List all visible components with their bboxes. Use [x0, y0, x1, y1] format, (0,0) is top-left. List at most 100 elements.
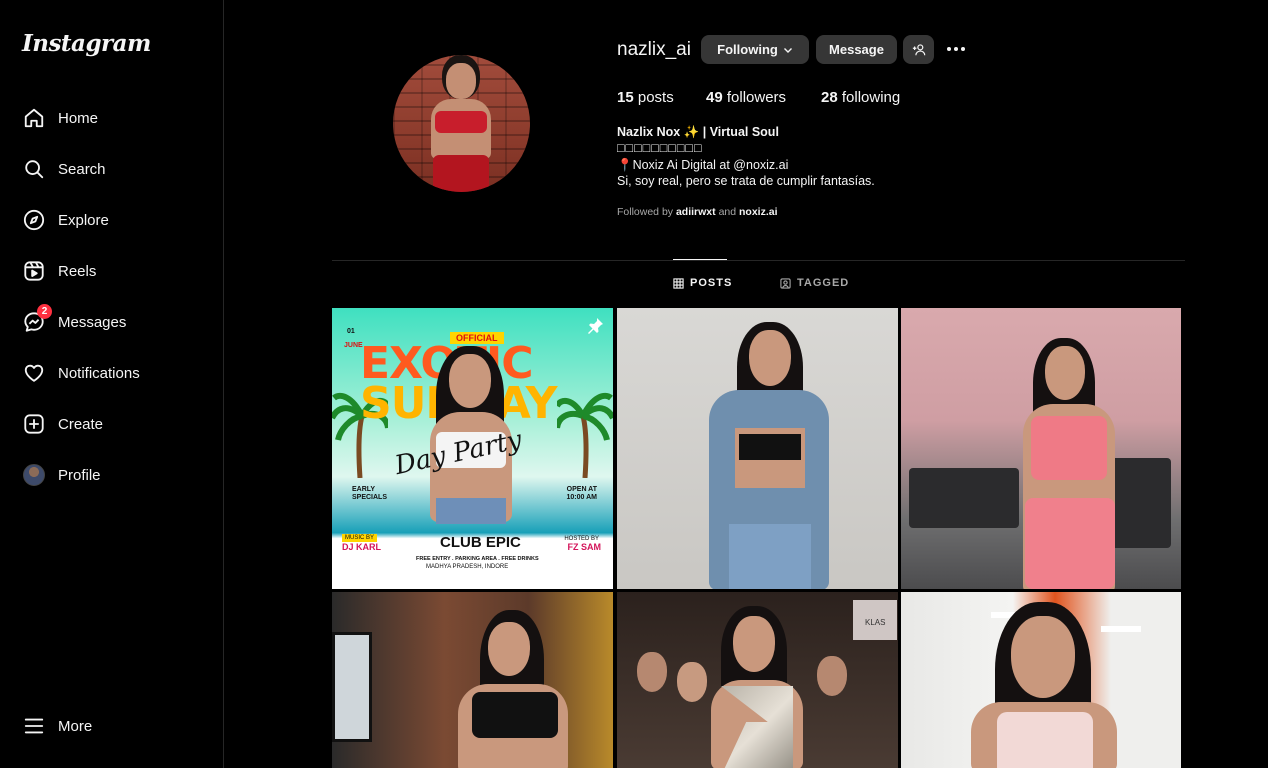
tab-label: POSTS: [690, 277, 733, 289]
tab-label: TAGGED: [797, 277, 850, 289]
profile-username: nazlix_ai: [617, 39, 691, 60]
bio-line: 📍Noxiz Ai Digital at @noxiz.ai: [617, 158, 789, 172]
figure-shorts: [436, 498, 506, 524]
chevron-down-icon: [783, 45, 793, 55]
figure-top: [472, 692, 558, 738]
flyer-location: MADHYA PRADESH, INDORE: [426, 564, 509, 570]
figure-leggings: [1025, 498, 1115, 589]
post-tile[interactable]: EXOTIC SUNDAY OFFICIAL Day Party 01 JUNE…: [332, 308, 613, 589]
sidebar-item-label: Notifications: [58, 364, 140, 382]
sidebar-item-label: Explore: [58, 211, 109, 229]
bio-line: □□□□□□□□□□: [617, 141, 703, 155]
figure-head: [749, 330, 791, 386]
crowd-person: [677, 662, 707, 702]
plus-square-icon: [22, 412, 46, 436]
flyer-date-num: 01: [347, 328, 355, 335]
active-tab-indicator: [673, 259, 727, 260]
post-tile[interactable]: [901, 308, 1181, 589]
posts-number: 15: [617, 89, 634, 106]
crowd-person: [637, 652, 667, 692]
figure-top: [1031, 416, 1107, 480]
heart-icon: [22, 361, 46, 385]
sidebar-item-messages[interactable]: 2 Messages: [12, 300, 212, 344]
profile-picture[interactable]: [393, 55, 530, 192]
bio-name: Nazlix Nox ✨ | Virtual Soul: [617, 125, 779, 139]
flyer-club: CLUB EPIC: [440, 534, 521, 551]
following-count[interactable]: 28 following: [821, 89, 900, 106]
post-tile[interactable]: [332, 592, 613, 768]
gym-equipment: [909, 468, 1019, 528]
sidebar-item-label: Reels: [58, 262, 97, 280]
explore-icon: [22, 208, 46, 232]
figure-head: [733, 616, 775, 672]
palm-tree-right: [557, 392, 613, 478]
figure-pants: [433, 155, 489, 192]
following-label: following: [841, 89, 901, 106]
sidebar-item-home[interactable]: Home: [12, 96, 212, 140]
posts-label: posts: [637, 89, 674, 106]
bio-line: Si, soy real, pero se trata de cumplir f…: [617, 174, 875, 188]
following-number: 28: [821, 89, 838, 106]
tagged-icon: [780, 277, 791, 289]
home-icon: [22, 106, 46, 130]
followers-label: followers: [726, 89, 787, 106]
suggested-users-button[interactable]: [903, 35, 934, 64]
message-button[interactable]: Message: [816, 35, 897, 64]
figure-top: [435, 111, 487, 133]
followed-by-prefix: Followed by: [617, 206, 674, 218]
instagram-logo[interactable]: Instagram: [22, 30, 151, 57]
flyer-date-month: JUNE: [344, 342, 363, 349]
tabs-divider: [332, 260, 1185, 261]
message-button-label: Message: [829, 42, 884, 57]
figure-shorts: [729, 524, 811, 589]
reels-icon: [22, 259, 46, 283]
figure-head: [1045, 346, 1085, 400]
sidebar-item-create[interactable]: Create: [12, 402, 212, 446]
flyer-host: FZ SAM: [567, 542, 602, 552]
flyer-open: OPEN AT 10:00 AM: [566, 486, 597, 501]
post-tile[interactable]: [617, 308, 898, 589]
sidebar-item-label: More: [58, 717, 93, 735]
sidebar-item-label: Create: [58, 415, 104, 433]
posts-count: 15 posts: [617, 89, 674, 106]
figure-head: [488, 622, 530, 676]
following-button-label: Following: [717, 42, 778, 57]
tab-posts[interactable]: POSTS: [673, 277, 732, 289]
sidebar-item-notifications[interactable]: Notifications: [12, 351, 212, 395]
ceiling-light: [1101, 626, 1141, 632]
followers-number: 49: [706, 89, 723, 106]
sidebar-item-search[interactable]: Search: [12, 147, 212, 191]
notification-badge: 2: [37, 304, 52, 319]
flyer-early: EARLY SPECIALS: [352, 486, 388, 501]
sidebar-item-profile[interactable]: Profile: [12, 453, 212, 497]
sidebar-item-label: Profile: [58, 466, 101, 484]
post-tile[interactable]: [901, 592, 1181, 768]
sidebar-item-label: Messages: [58, 313, 127, 331]
followed-by-user: adiirwxt: [675, 206, 716, 218]
followed-by[interactable]: Followed by adiirwxt and noxiz.ai: [617, 206, 778, 218]
grid-icon: [673, 277, 684, 289]
tab-tagged[interactable]: TAGGED: [780, 277, 849, 289]
flyer-official: OFFICIAL: [450, 332, 504, 344]
figure-head: [446, 63, 476, 99]
messenger-icon: 2: [22, 304, 52, 334]
sidebar-item-explore[interactable]: Explore: [12, 198, 212, 242]
sign-text: KLAS: [865, 618, 886, 627]
profile-icon-wrap: [22, 463, 46, 487]
sidebar-item-label: Search: [58, 160, 106, 178]
flyer-dj: DJ KARL: [342, 542, 382, 552]
hamburger-icon: [22, 714, 46, 738]
pin-icon: [585, 316, 605, 336]
crowd-person: [817, 656, 847, 696]
followers-count[interactable]: 49 followers: [706, 89, 786, 106]
post-tile[interactable]: KLAS: [617, 592, 898, 768]
followed-by-and: and: [718, 206, 737, 218]
sign: KLAS: [853, 600, 897, 640]
sidebar-item-more[interactable]: More: [12, 704, 212, 748]
window: [332, 632, 372, 742]
following-button[interactable]: Following: [701, 35, 809, 64]
sidebar-item-label: Home: [58, 109, 99, 127]
followed-by-user: noxiz.ai: [739, 206, 778, 218]
more-options-icon[interactable]: [944, 39, 968, 59]
sidebar-item-reels[interactable]: Reels: [12, 249, 212, 293]
